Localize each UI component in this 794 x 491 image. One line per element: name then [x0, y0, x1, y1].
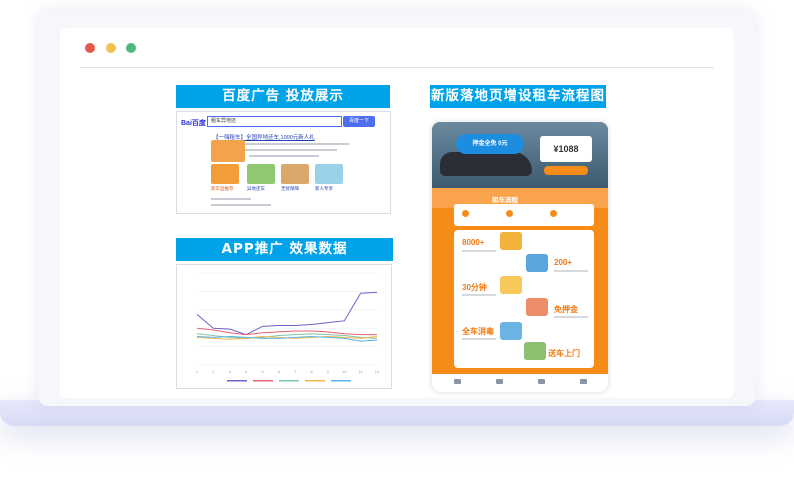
- x-tick-label: 8: [310, 369, 313, 374]
- feature-label: 送车上门: [548, 349, 580, 358]
- ad-text-line: [211, 198, 251, 200]
- phone-icon: [500, 276, 522, 294]
- promo-bubble: 押金全免 0元: [456, 134, 524, 154]
- x-tick-label: 12: [375, 369, 380, 374]
- feature-desc: [554, 270, 588, 272]
- x-tick-label: 3: [229, 369, 232, 374]
- legend-swatch: [279, 380, 299, 382]
- piggybank-icon: [526, 298, 548, 316]
- car-thumb[interactable]: [281, 164, 309, 184]
- landing-section-title: 新版落地页增设租车流程图: [430, 85, 606, 108]
- cars-icon: [526, 254, 548, 272]
- car-thumb[interactable]: [211, 164, 239, 184]
- feature-desc: [462, 250, 496, 252]
- title-divider: [80, 67, 714, 68]
- baidu-section-title: 百度广告 投放展示: [176, 85, 390, 108]
- x-tick-label: 1: [196, 369, 199, 374]
- home-icon[interactable]: [454, 379, 461, 384]
- thumb-label: 异地还车: [247, 186, 265, 191]
- step-icon: [462, 210, 469, 217]
- disinfect-icon: [500, 322, 522, 340]
- x-tick-label: 11: [359, 369, 364, 374]
- legend-swatch: [227, 380, 247, 382]
- ad-text-line: [211, 204, 271, 206]
- search-input[interactable]: 租车异地还: [207, 116, 342, 127]
- feature-label: 免押金: [554, 305, 578, 314]
- x-tick-label: 6: [278, 369, 281, 374]
- user-icon[interactable]: [580, 379, 587, 384]
- feature-label: 全车消毒: [462, 327, 494, 336]
- thumb-label: 新车型推荐: [211, 186, 234, 191]
- car-image: [440, 152, 532, 176]
- x-tick-label: 5: [261, 369, 264, 374]
- thumb-label: 新人专享: [315, 186, 333, 191]
- flow-title: 租车流程: [492, 197, 518, 204]
- legend-swatch: [331, 380, 351, 382]
- feature-desc: [554, 316, 588, 318]
- x-tick-label: 2: [212, 369, 215, 374]
- service-icon[interactable]: [538, 379, 545, 384]
- feature-desc: [462, 294, 496, 296]
- delivery-icon: [524, 342, 546, 360]
- order-icon[interactable]: [496, 379, 503, 384]
- book-button[interactable]: [544, 166, 588, 175]
- app-section-title: APP推广 效果数据: [176, 238, 393, 261]
- search-button[interactable]: 百度一下: [343, 116, 375, 127]
- bottom-nav: [432, 374, 608, 392]
- flow-steps: [454, 204, 594, 226]
- feature-label: 30分钟: [462, 283, 487, 292]
- x-tick-label: 7: [294, 369, 297, 374]
- car-thumb[interactable]: [315, 164, 343, 184]
- car-thumb[interactable]: [247, 164, 275, 184]
- ad-text-line: [249, 143, 349, 145]
- x-tick-label: 10: [342, 369, 347, 374]
- x-tick-label: 4: [245, 369, 248, 374]
- baidu-ad-screenshot: Bai百度 租车异地还 百度一下 【一嗨租车】全国异地还车,1000元新人礼 新…: [176, 111, 391, 214]
- baidu-logo: Bai百度: [181, 120, 206, 127]
- app-data-chart: 1 2 3 4 5 6 7 8 9 10 11 12: [176, 264, 392, 389]
- ad-text-line: [249, 155, 319, 157]
- line-chart: 1 2 3 4 5 6 7 8 9 10 11 12: [196, 272, 380, 382]
- ad-banner-image: [211, 140, 245, 162]
- ad-text-line: [249, 149, 337, 151]
- close-dot-icon[interactable]: [85, 43, 95, 53]
- x-tick-label: 9: [327, 369, 330, 374]
- legend-swatch: [253, 380, 273, 382]
- price-card: ¥1088: [540, 136, 592, 162]
- maximize-dot-icon[interactable]: [126, 43, 136, 53]
- feature-label: 200+: [554, 258, 573, 267]
- step-icon: [506, 210, 513, 217]
- feature-desc: [462, 338, 496, 340]
- landing-page-mockup: 押金全免 0元 ¥1088 租车流程 8000+ 200+ 30分钟 免押金 全…: [432, 122, 608, 392]
- thumb-label: 无忧保障: [281, 186, 299, 191]
- features-card: 8000+ 200+ 30分钟 免押金 全车消毒 送车上门: [454, 230, 594, 368]
- minimize-dot-icon[interactable]: [106, 43, 116, 53]
- feature-label: 8000+: [462, 238, 485, 247]
- store-icon: [500, 232, 522, 250]
- step-icon: [550, 210, 557, 217]
- legend-swatch: [305, 380, 325, 382]
- window-content: [60, 28, 734, 398]
